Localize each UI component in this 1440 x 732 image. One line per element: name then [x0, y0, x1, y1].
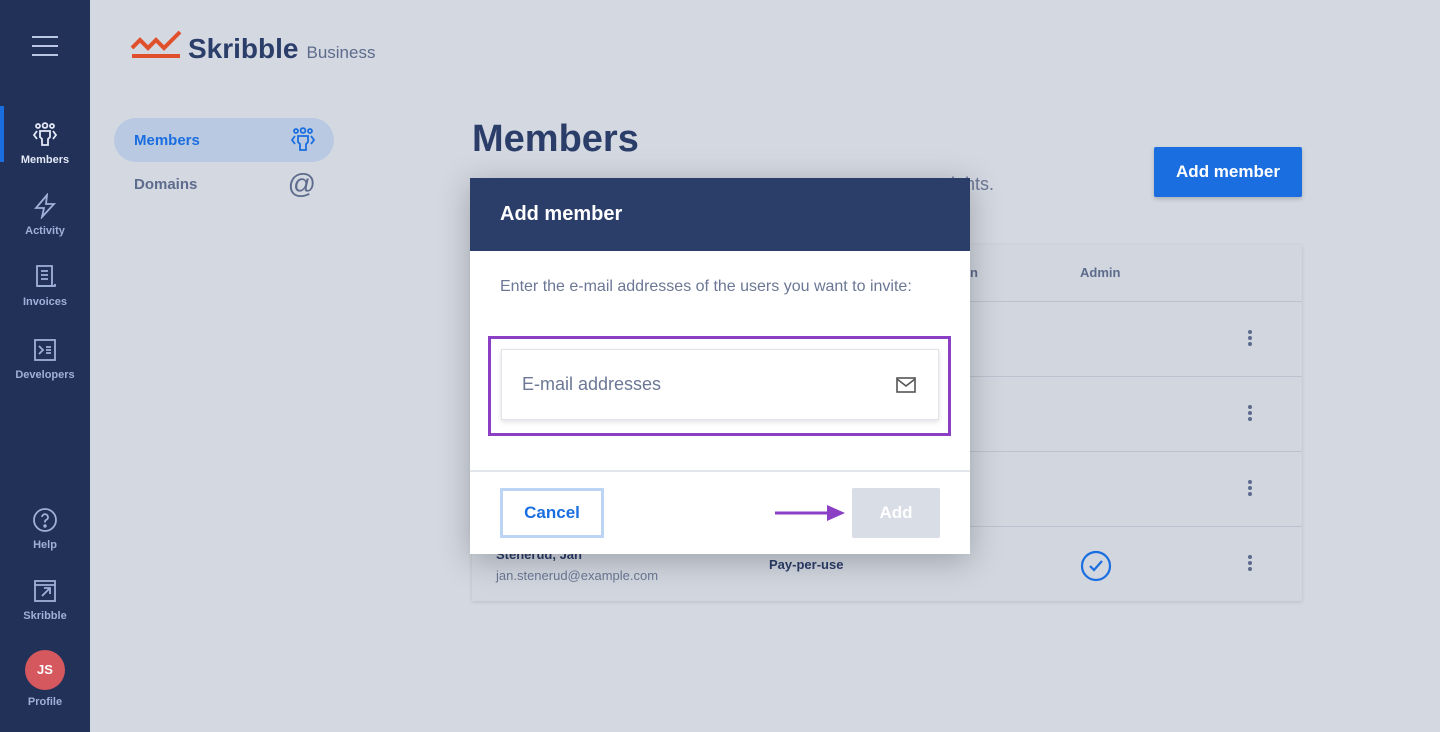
rail-item-skribble[interactable]: Skribble	[0, 578, 90, 622]
column-header-admin: Admin	[1080, 265, 1121, 280]
invoice-icon	[36, 265, 56, 287]
cancel-button[interactable]: Cancel	[500, 488, 604, 538]
terminal-icon	[34, 339, 56, 361]
logo[interactable]: Skribble Business	[130, 28, 375, 65]
member-email: jan.stenerud@example.com	[496, 568, 659, 583]
rail-item-members[interactable]: Members	[0, 106, 90, 166]
arrow-pointer-icon	[775, 505, 845, 521]
add-member-button[interactable]: Add member	[1154, 147, 1302, 197]
add-button[interactable]: Add	[852, 488, 940, 538]
rail-item-invoices[interactable]: Invoices	[0, 264, 90, 308]
column-header-plan: n	[970, 265, 978, 280]
skribble-logo-icon	[130, 30, 182, 58]
external-link-icon	[34, 580, 56, 602]
rail-item-activity[interactable]: Activity	[0, 193, 90, 237]
member-plan: Pay-per-use	[769, 557, 844, 572]
rail-item-profile[interactable]: JS Profile	[0, 650, 90, 708]
more-options-icon[interactable]	[1248, 555, 1252, 573]
admin-check-icon	[1080, 550, 1112, 582]
members-icon	[32, 122, 58, 146]
dialog-title: Add member	[470, 178, 970, 251]
mail-icon	[896, 377, 916, 393]
subnav-item-members[interactable]: Members	[114, 118, 334, 162]
at-icon: @	[287, 168, 316, 199]
subnav-item-domains[interactable]: Domains @	[114, 162, 334, 206]
rail-item-developers[interactable]: Developers	[0, 337, 90, 381]
sub-navigation: Members Domains @	[114, 118, 334, 206]
page-title: Members	[472, 118, 639, 160]
dialog-instructions: Enter the e-mail addresses of the users …	[500, 278, 912, 295]
more-options-icon[interactable]	[1248, 330, 1252, 348]
add-member-dialog: Add member Enter the e-mail addresses of…	[470, 178, 970, 554]
members-icon	[290, 127, 316, 151]
menu-icon[interactable]	[32, 36, 58, 56]
avatar: JS	[25, 650, 65, 690]
bolt-icon	[34, 193, 57, 219]
email-addresses-input[interactable]	[501, 349, 939, 420]
more-options-icon[interactable]	[1248, 405, 1252, 423]
app-rail: Members Activity Invoices Developers Hel…	[0, 0, 90, 732]
dialog-divider	[470, 470, 970, 472]
help-icon	[33, 508, 57, 532]
rail-item-help[interactable]: Help	[0, 507, 90, 551]
more-options-icon[interactable]	[1248, 480, 1252, 498]
